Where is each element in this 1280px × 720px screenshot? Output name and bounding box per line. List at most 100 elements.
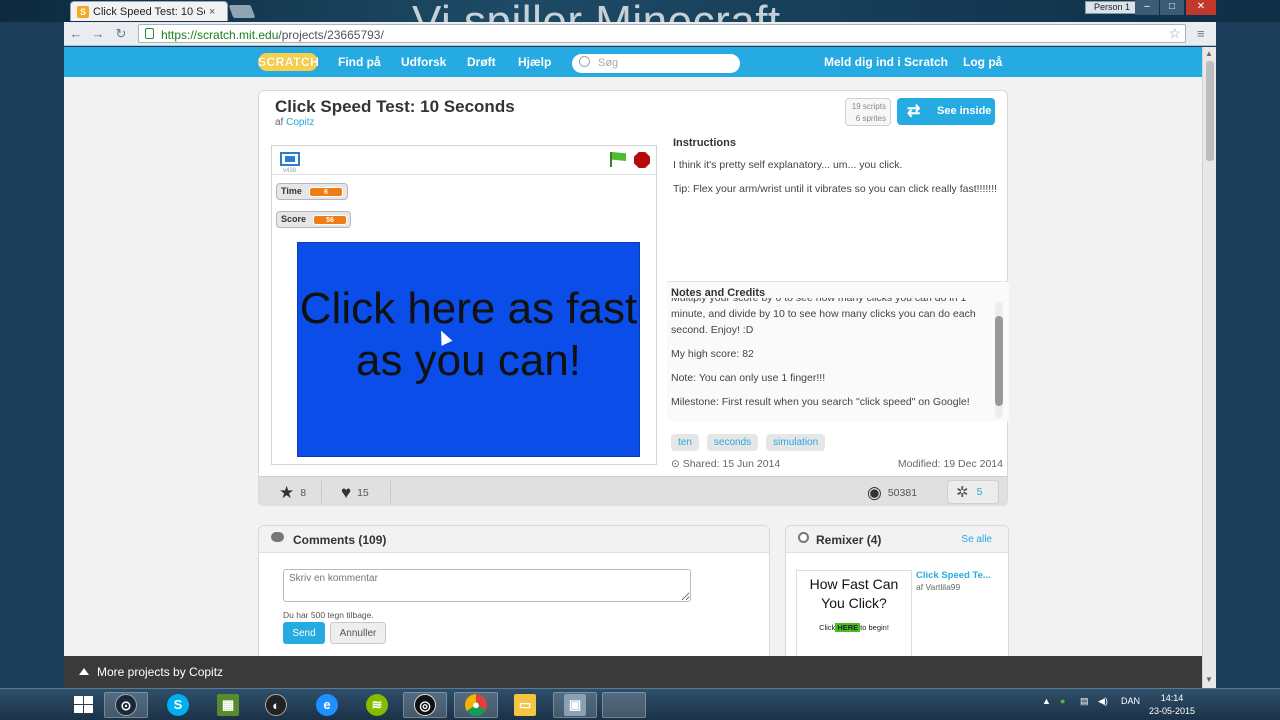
maximize-icon[interactable]: □ [1160, 0, 1184, 15]
click-here-sprite[interactable]: Click here as fast as you can! [297, 242, 640, 457]
tray-green-icon[interactable]: ● [1060, 696, 1065, 706]
forward-icon[interactable]: → [90, 26, 106, 41]
comment-input[interactable] [283, 569, 691, 602]
join-link[interactable]: Meld dig ind i Scratch [824, 55, 948, 69]
browser-tab[interactable]: S Click Speed Test: 10 Secon × [70, 1, 228, 21]
tab-close-icon[interactable]: × [209, 6, 215, 18]
taskbar-obs-icon[interactable]: ◎ [403, 692, 447, 718]
see-inside-button[interactable]: ⇄ See inside [897, 98, 995, 125]
cancel-comment-button[interactable]: Annuller [330, 622, 386, 644]
signin-link[interactable]: Log på [963, 55, 1002, 69]
remix-tree-button[interactable]: ✲ 5 [947, 480, 999, 504]
scratch-favicon-icon: S [77, 5, 89, 18]
notes-text[interactable]: Multiply your score by 6 to see how many… [671, 298, 989, 416]
remix-thumb-click: Click [819, 623, 836, 632]
love-button[interactable]: ♥ 15 [341, 483, 369, 503]
chrome-menu-icon[interactable]: ≡ [1197, 26, 1205, 41]
time-monitor-value: 6 [309, 187, 343, 197]
expand-up-icon [79, 668, 89, 675]
note-1: Multiply your score by 6 to see how many… [671, 298, 976, 336]
loves-count: 15 [357, 487, 369, 499]
tags-list: ten seconds simulation [671, 434, 826, 451]
score-monitor-label: Score [281, 214, 307, 224]
note-3: Note: You can only use 1 finger!!! [671, 372, 826, 384]
modified-date: Modified: 19 Dec 2014 [897, 458, 1003, 470]
nav-help[interactable]: Hjælp [518, 55, 551, 69]
project-author-line: af Copitz [275, 117, 314, 128]
new-tab-button[interactable] [228, 5, 256, 18]
back-icon[interactable]: ← [68, 26, 84, 41]
bookmark-star-icon[interactable]: ☆ [1168, 25, 1181, 42]
taskbar-explorer-icon[interactable]: ▭ [503, 692, 547, 718]
taskbar-printer-icon[interactable]: ▣ [553, 692, 597, 718]
eye-icon: ◉ [867, 483, 882, 502]
chars-remaining: Du har 500 tegn tilbage. [283, 610, 374, 620]
tab-title: Click Speed Test: 10 Secon [93, 5, 205, 18]
heart-icon: ♥ [341, 483, 352, 502]
scratch-logo[interactable]: SCRATCH [258, 53, 319, 71]
address-bar[interactable]: https://scratch.mit.edu/projects/2366579… [138, 24, 1186, 43]
taskbar-clock[interactable]: 14:14 23-05-2015 [1146, 692, 1198, 718]
lock-icon [145, 28, 154, 39]
taskbar-internet-explorer-icon[interactable]: e [305, 692, 349, 718]
stop-icon[interactable] [634, 152, 650, 168]
tag-simulation[interactable]: simulation [766, 434, 826, 451]
taskbar-blank-window[interactable] [602, 692, 646, 718]
close-window-icon[interactable]: ✕ [1186, 0, 1216, 15]
by-prefix: af [275, 117, 284, 128]
project-title: Click Speed Test: 10 Seconds [275, 97, 515, 116]
instructions-line-1: I think it's pretty self explanatory... … [673, 159, 903, 171]
more-projects-bar[interactable]: More projects by Copitz [64, 656, 1202, 688]
taskbar-minecraft-icon[interactable]: ▦ [206, 692, 250, 718]
author-link[interactable]: Copitz [286, 117, 314, 128]
windows-taskbar: ⊙ S ▦ ◐ e ≋ ◎ ● ▭ ▣ ▲ ● ▤ ◀) DAN 14:14 2… [0, 688, 1280, 720]
remixes-count: 5 [976, 486, 983, 498]
remix-thumbnail[interactable]: How Fast Can You Click? Click HERE to begi… [796, 570, 912, 656]
player-version: v438 [283, 168, 297, 174]
remix-thumb-here: HERE [835, 623, 861, 632]
taskbar-chrome-icon[interactable]: ● [454, 692, 498, 718]
reload-icon[interactable]: ↻ [113, 26, 129, 42]
volume-icon[interactable]: ◀) [1098, 696, 1108, 707]
tray-expand-icon[interactable]: ▲ [1042, 696, 1051, 706]
see-all-link[interactable]: Se alle [961, 534, 992, 545]
shared-date: ⊙ Shared: 15 Jun 2014 [671, 458, 781, 470]
tag-ten[interactable]: ten [671, 434, 699, 451]
network-icon[interactable]: ▤ [1080, 696, 1089, 707]
favorite-button[interactable]: ★ 8 [279, 483, 306, 503]
nav-explore[interactable]: Udforsk [401, 55, 446, 69]
fullscreen-icon[interactable] [280, 152, 300, 166]
url-path: /projects/23665793/ [278, 28, 384, 42]
sprites-count: 6 sprites [855, 114, 886, 123]
remixes-title: Remixer (4) [816, 533, 882, 547]
search-input[interactable]: Søg [572, 54, 740, 73]
search-icon [579, 56, 590, 67]
project-player: v438 Time 6 Score 56 Click here as fast … [271, 145, 657, 465]
taskbar-stream-icon[interactable]: ◐ [254, 692, 298, 718]
send-comment-button[interactable]: Send [283, 622, 325, 644]
see-inside-icon: ⇄ [907, 103, 921, 120]
remix-thumb-subtitle: Click HERE to begin! [797, 623, 911, 632]
tag-seconds[interactable]: seconds [706, 434, 759, 451]
favorites-count: 8 [300, 487, 307, 499]
remix-icon [798, 532, 809, 543]
nav-discuss[interactable]: Drøft [467, 55, 496, 69]
taskbar-steam-icon[interactable]: ⊙ [104, 692, 148, 718]
profile-button[interactable]: Person 1 [1085, 1, 1140, 14]
more-projects-label: More projects by Copitz [97, 665, 224, 679]
notes-scrollbar[interactable] [995, 302, 1003, 418]
page-scrollbar[interactable]: ▲ ▼ [1202, 47, 1216, 688]
remix-thumb-begin: to begin! [860, 623, 889, 632]
scripts-count: 19 scripts [851, 102, 886, 111]
windows-start-icon[interactable] [74, 696, 94, 714]
remix-title-link[interactable]: Click Speed Te... [916, 570, 991, 581]
taskbar-spotify-icon[interactable]: ≋ [355, 692, 399, 718]
nav-create[interactable]: Find på [338, 55, 381, 69]
minimize-icon[interactable]: – [1135, 0, 1159, 15]
instructions-panel: Instructions I think it's pretty self ex… [667, 131, 1007, 271]
views-stat: ◉ 50381 [867, 483, 917, 503]
instructions-heading: Instructions [673, 137, 736, 149]
taskbar-skype-icon[interactable]: S [156, 692, 200, 718]
green-flag-icon[interactable] [610, 152, 626, 167]
language-indicator[interactable]: DAN [1121, 696, 1140, 706]
